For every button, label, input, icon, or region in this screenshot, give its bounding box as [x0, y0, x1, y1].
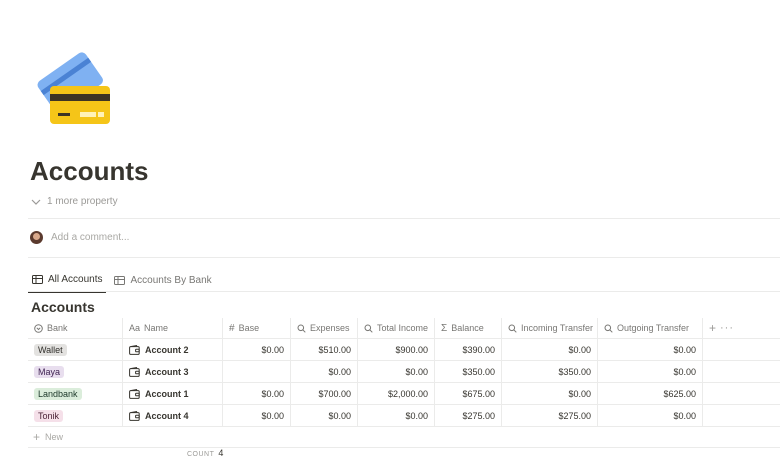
tab-accounts-by-bank[interactable]: Accounts By Bank	[110, 271, 215, 293]
bank-tag: Tonik	[34, 409, 64, 422]
database-title[interactable]: Accounts	[31, 299, 95, 315]
text-property-icon: Aa	[129, 323, 141, 333]
wallet-page-icon	[129, 366, 140, 377]
number-icon: #	[229, 322, 235, 334]
name-cell[interactable]: Account 1	[123, 383, 223, 404]
incoming-transfer-cell[interactable]: $275.00	[502, 405, 598, 426]
expenses-cell[interactable]: $700.00	[291, 383, 358, 404]
column-header-name[interactable]: Aa Name	[123, 318, 223, 338]
table-icon	[114, 276, 126, 285]
name-cell[interactable]: Account 2	[123, 339, 223, 360]
bank-cell[interactable]: Maya	[28, 361, 123, 382]
name-cell[interactable]: Account 3	[123, 361, 223, 382]
chevron-down-icon	[31, 199, 41, 205]
bank-cell[interactable]: Landbank	[28, 383, 123, 404]
total-income-cell[interactable]: $0.00	[358, 405, 435, 426]
base-cell[interactable]	[223, 361, 291, 382]
total-income-cell[interactable]: $900.00	[358, 339, 435, 360]
view-tabs: All Accounts Accounts By Bank	[28, 271, 216, 293]
incoming-transfer-cell[interactable]: $350.00	[502, 361, 598, 382]
wallet-page-icon	[129, 410, 140, 421]
expenses-cell[interactable]: $0.00	[291, 361, 358, 382]
table-icon	[32, 275, 43, 284]
expenses-cell[interactable]: $0.00	[291, 405, 358, 426]
table-row[interactable]: Wallet Account 2 $0.00 $510.00 $900.00 $390.0…	[28, 339, 780, 361]
account-name: Account 2	[145, 344, 189, 355]
table-body: Wallet Account 2 $0.00 $510.00 $900.00 $390.0…	[28, 339, 780, 427]
balance-cell[interactable]: $390.00	[435, 339, 502, 360]
bank-tag: Wallet	[34, 343, 67, 356]
tab-all-accounts[interactable]: All Accounts	[28, 271, 107, 293]
incoming-transfer-cell[interactable]: $0.00	[502, 339, 598, 360]
more-property-toggle[interactable]: 1 more property	[31, 196, 118, 207]
count-label: COUNT	[187, 451, 215, 458]
account-name: Account 1	[145, 388, 189, 399]
divider	[28, 218, 780, 219]
base-cell[interactable]: $0.00	[223, 405, 291, 426]
account-name: Account 4	[145, 410, 189, 421]
empty-cell	[703, 361, 780, 382]
count-summary[interactable]: COUNT 4	[187, 448, 223, 458]
accounts-table: Bank Aa Name # Base Expenses Total Incom…	[28, 318, 780, 448]
bank-cell[interactable]: Wallet	[28, 339, 123, 360]
table-row[interactable]: Landbank Account 1 $0.00 $700.00 $2,000.00 $6…	[28, 383, 780, 405]
table-row[interactable]: Maya Account 3 $0.00 $0.00 $350.00 $350.00 $0.…	[28, 361, 780, 383]
search-icon	[297, 324, 306, 333]
balance-cell[interactable]: $675.00	[435, 383, 502, 404]
credit-cards-icon[interactable]	[36, 46, 112, 126]
column-header-bank[interactable]: Bank	[28, 318, 123, 338]
base-cell[interactable]: $0.00	[223, 339, 291, 360]
expenses-cell[interactable]: $510.00	[291, 339, 358, 360]
search-icon	[364, 324, 373, 333]
column-header-outgoing-transfer[interactable]: Outgoing Transfer	[598, 318, 703, 338]
empty-cell	[703, 383, 780, 404]
table-row[interactable]: Tonik Account 4 $0.00 $0.00 $0.00 $275.00 $275…	[28, 405, 780, 427]
base-cell[interactable]: $0.00	[223, 383, 291, 404]
incoming-transfer-cell[interactable]: $0.00	[502, 383, 598, 404]
wallet-page-icon	[129, 388, 140, 399]
outgoing-transfer-cell[interactable]: $625.00	[598, 383, 703, 404]
page-title[interactable]: Accounts	[30, 153, 148, 189]
balance-cell[interactable]: $350.00	[435, 361, 502, 382]
column-header-total-income[interactable]: Total Income	[358, 318, 435, 338]
count-value: 4	[218, 448, 224, 458]
outgoing-transfer-cell[interactable]: $0.00	[598, 405, 703, 426]
outgoing-transfer-cell[interactable]: $0.00	[598, 361, 703, 382]
more-options-icon[interactable]: ···	[720, 322, 734, 334]
balance-cell[interactable]: $275.00	[435, 405, 502, 426]
sigma-icon: Σ	[441, 322, 448, 334]
bank-tag: Maya	[34, 365, 65, 378]
new-row-button[interactable]: + New	[28, 427, 780, 448]
tab-label: Accounts By Bank	[130, 275, 212, 286]
select-icon	[34, 323, 43, 333]
total-income-cell[interactable]: $0.00	[358, 361, 435, 382]
empty-cell	[703, 339, 780, 360]
outgoing-transfer-cell[interactable]: $0.00	[598, 339, 703, 360]
account-name: Account 3	[145, 366, 189, 377]
table-header: Bank Aa Name # Base Expenses Total Incom…	[28, 318, 780, 339]
column-header-balance[interactable]: Σ Balance	[435, 318, 502, 338]
column-header-expenses[interactable]: Expenses	[291, 318, 358, 338]
search-icon	[604, 324, 613, 333]
column-header-base[interactable]: # Base	[223, 318, 291, 338]
comment-row	[30, 231, 251, 244]
column-header-incoming-transfer[interactable]: Incoming Transfer	[502, 318, 598, 338]
plus-icon: +	[33, 430, 41, 444]
tab-label: All Accounts	[48, 274, 103, 285]
column-actions: + ···	[703, 318, 780, 338]
bank-tag: Landbank	[34, 387, 82, 400]
add-column-icon[interactable]: +	[709, 321, 716, 335]
total-income-cell[interactable]: $2,000.00	[358, 383, 435, 404]
tabs-divider	[28, 291, 780, 292]
name-cell[interactable]: Account 4	[123, 405, 223, 426]
avatar	[30, 231, 43, 244]
comment-input[interactable]	[51, 232, 251, 243]
divider	[28, 257, 780, 258]
wallet-page-icon	[129, 344, 140, 355]
more-property-label: 1 more property	[47, 196, 118, 207]
empty-cell	[703, 405, 780, 426]
bank-cell[interactable]: Tonik	[28, 405, 123, 426]
search-icon	[508, 324, 517, 333]
